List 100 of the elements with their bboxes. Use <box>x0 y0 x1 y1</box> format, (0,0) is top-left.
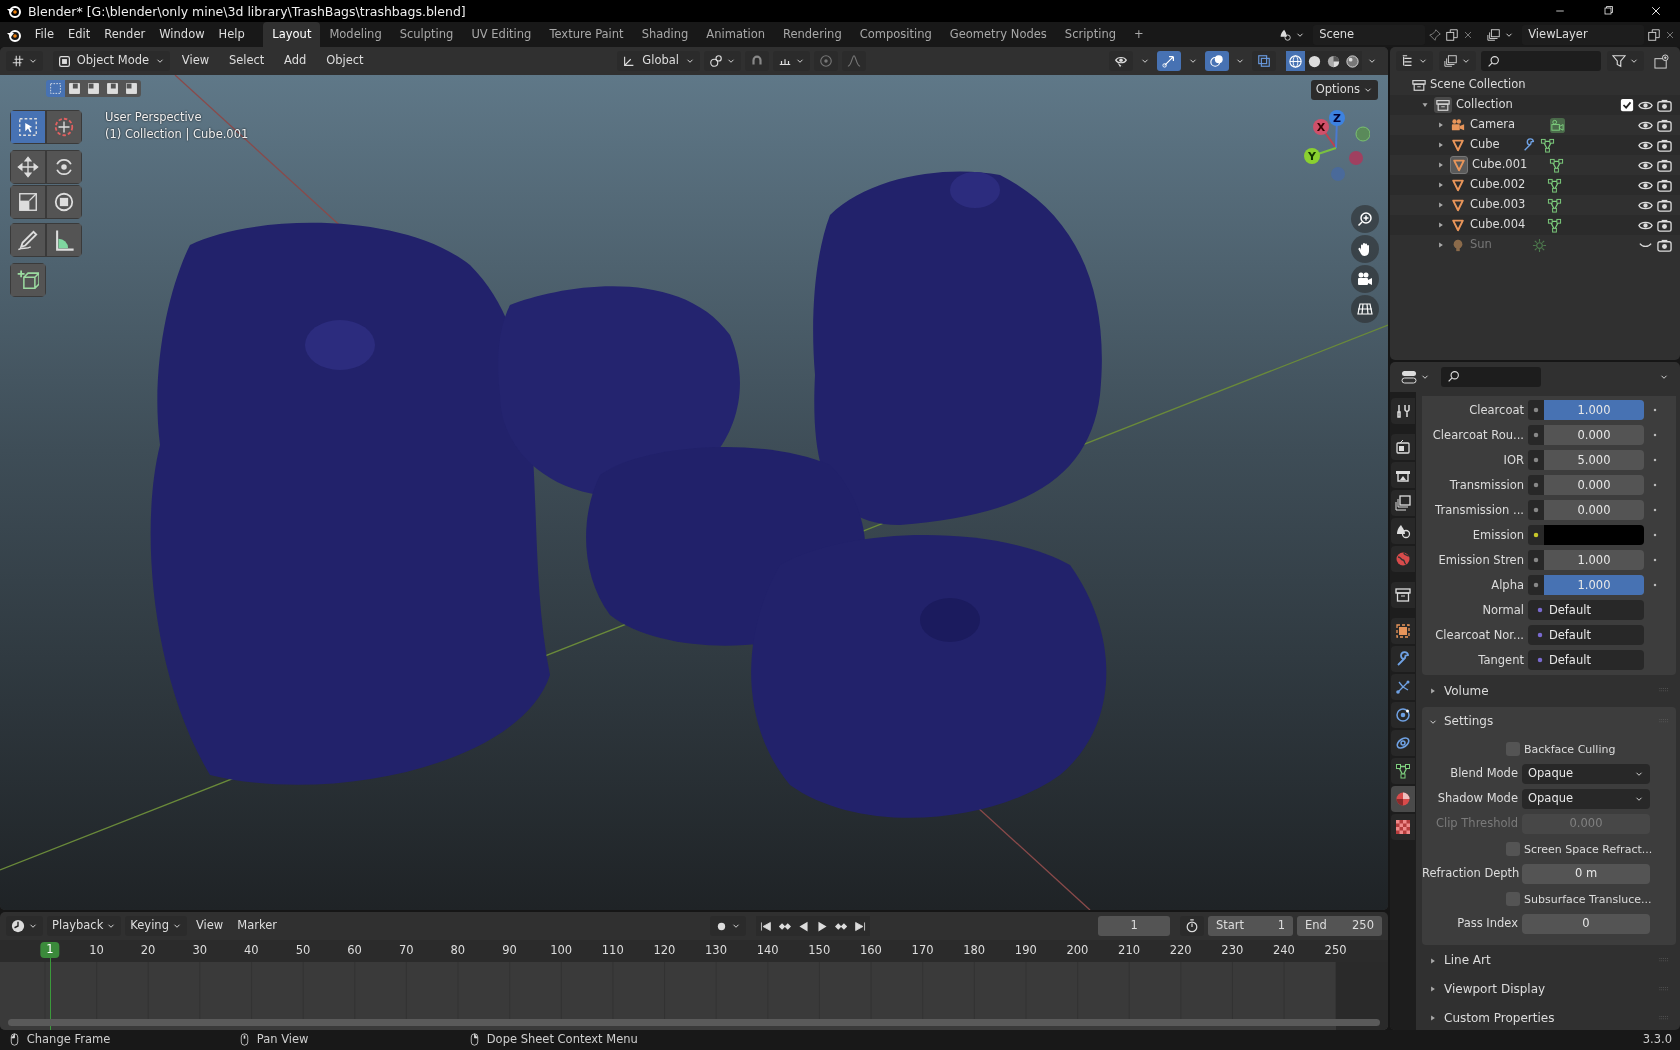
collection-name[interactable]: Scene Collection <box>1430 78 1526 92</box>
number-field[interactable]: 0 m <box>1522 864 1650 885</box>
frame-number: 10 <box>89 944 104 958</box>
object-name[interactable]: Camera <box>1470 118 1528 132</box>
frame-number: 130 <box>705 944 727 958</box>
checkbox-label[interactable]: Subsurface Transluce... <box>1524 892 1652 906</box>
workspace-tab[interactable]: Geometry Nodes <box>940 22 1056 47</box>
panel-header[interactable]: Custom Properties <box>1422 1005 1659 1030</box>
scene-field[interactable]: Scene <box>1313 24 1426 45</box>
workspace-tab[interactable]: Shading <box>632 22 698 47</box>
options-dropdown[interactable]: Options <box>1310 80 1378 100</box>
frame-number: 100 <box>550 944 573 958</box>
workspace-tab[interactable]: UV Editing <box>462 22 541 47</box>
menu-item[interactable]: Select <box>223 51 270 71</box>
property-label: Blend Mode <box>1449 767 1518 782</box>
checkbox-label[interactable]: Backface Culling <box>1524 742 1616 756</box>
object-name[interactable]: Cube.001 <box>1472 158 1528 172</box>
menu-item[interactable]: Keying <box>125 916 187 936</box>
link-field[interactable]: Default <box>1528 600 1644 621</box>
property-label: Clearcoat Rou... <box>1431 428 1524 443</box>
workspace-tab[interactable]: Rendering <box>774 22 851 47</box>
link-field[interactable]: Default <box>1528 650 1644 671</box>
menu-item[interactable]: View <box>176 51 215 71</box>
current-frame-field[interactable]: 1 <box>1098 916 1171 936</box>
frame-number: 170 <box>911 944 934 958</box>
menu-item[interactable]: Window <box>152 25 212 44</box>
value-slider[interactable]: 0.000 <box>1544 425 1644 446</box>
frame-number: 90 <box>502 944 517 958</box>
link-field[interactable]: Default <box>1528 625 1644 646</box>
number-field[interactable]: 1.000 <box>1544 550 1644 571</box>
property-label: Refraction Depth <box>1422 867 1518 882</box>
workspace-tab[interactable]: Compositing <box>850 22 941 47</box>
outliner-row[interactable]: Cube.002 <box>1390 175 1680 195</box>
property-label: Transmission <box>1448 478 1524 493</box>
dropdown[interactable]: Opaque <box>1522 789 1650 810</box>
menu-item[interactable]: View <box>190 916 229 936</box>
workspace-tab[interactable]: Sculpting <box>390 22 463 47</box>
frame-number: 140 <box>756 944 779 958</box>
frame-number: 30 <box>192 944 208 958</box>
object-name[interactable]: Cube <box>1470 138 1518 152</box>
outliner-row[interactable]: Camera <box>1390 115 1680 135</box>
workspace-tab[interactable]: Animation <box>697 22 774 47</box>
orientation-dropdown[interactable]: Global <box>617 51 700 71</box>
end-frame-field[interactable]: End 250 <box>1297 916 1382 936</box>
value-slider[interactable]: 0.000 <box>1544 500 1644 521</box>
checkbox-label[interactable]: Screen Space Refract... <box>1524 842 1653 856</box>
dropdown[interactable]: Opaque <box>1522 764 1650 785</box>
view-layer-field[interactable]: ViewLayer <box>1522 24 1645 45</box>
menu-item[interactable]: Edit <box>61 25 98 44</box>
frame-number: 120 <box>653 944 676 958</box>
frame-number: 160 <box>859 944 882 958</box>
frame-number: 210 <box>1118 944 1141 958</box>
menu-item[interactable]: Marker <box>232 916 282 936</box>
start-frame-field[interactable]: Start 1 <box>1208 916 1293 936</box>
workspace-tab[interactable]: Texture Paint <box>540 22 633 47</box>
menu-item[interactable]: Playback <box>47 916 122 936</box>
frame-number: 150 <box>808 944 831 958</box>
outliner-row[interactable]: Cube.003 <box>1390 195 1680 215</box>
property-label: IOR <box>1502 453 1524 468</box>
outliner-row[interactable]: Cube.004 <box>1390 215 1680 235</box>
navigation-gizmo[interactable]: X Y Z <box>1290 110 1370 190</box>
object-name[interactable]: Cube.004 <box>1470 218 1526 232</box>
frame-number: 50 <box>295 944 311 958</box>
workspace-tab[interactable]: Scripting <box>1055 22 1125 47</box>
outliner-row[interactable]: Cube <box>1390 135 1680 155</box>
collection-name[interactable]: Collection <box>1456 98 1513 112</box>
playhead-frame[interactable]: 1 <box>40 942 60 958</box>
frame-number: 200 <box>1066 944 1089 958</box>
frame-number: 60 <box>347 944 362 958</box>
menu-item[interactable]: Object <box>321 51 369 71</box>
object-name[interactable]: Cube.003 <box>1470 198 1526 212</box>
number-field[interactable]: 0 <box>1522 914 1650 935</box>
frame-number: 240 <box>1273 944 1295 958</box>
property-label: Pass Index <box>1456 917 1518 932</box>
property-label: Clearcoat Nor... <box>1434 628 1524 643</box>
value-slider[interactable]: 0.000 <box>1544 475 1644 496</box>
property-label: Normal <box>1481 603 1524 618</box>
workspace-tab[interactable]: Layout <box>263 22 321 47</box>
number-field[interactable]: 5.000 <box>1544 450 1644 471</box>
panel-header[interactable]: Volume <box>1422 677 1659 704</box>
property-label: Emission <box>1471 528 1524 543</box>
menu-item[interactable]: Add <box>279 51 312 71</box>
menu-item[interactable]: Help <box>211 25 252 44</box>
view-name: User Perspective <box>105 111 202 125</box>
mode-dropdown[interactable]: Object Mode <box>52 51 170 71</box>
add-workspace-button[interactable]: + <box>1124 22 1153 47</box>
frame-number: 220 <box>1169 944 1192 958</box>
value-slider[interactable]: 1.000 <box>1544 575 1644 596</box>
menu-item[interactable]: File <box>27 25 61 44</box>
panel-header[interactable]: Viewport Display <box>1422 976 1659 1003</box>
frame-number: 230 <box>1221 944 1244 958</box>
value-slider[interactable]: 1.000 <box>1544 400 1644 421</box>
outliner-row[interactable]: Cube.001 <box>1390 155 1680 175</box>
panel-header[interactable]: Settings <box>1422 708 1659 735</box>
object-name[interactable]: Cube.002 <box>1470 178 1526 192</box>
workspace-tab[interactable]: Modeling <box>320 22 391 47</box>
frame-number: 180 <box>963 944 986 958</box>
menu-item[interactable]: Render <box>97 25 153 44</box>
panel-header[interactable]: Line Art <box>1422 947 1659 974</box>
frame-number: 20 <box>140 944 156 958</box>
